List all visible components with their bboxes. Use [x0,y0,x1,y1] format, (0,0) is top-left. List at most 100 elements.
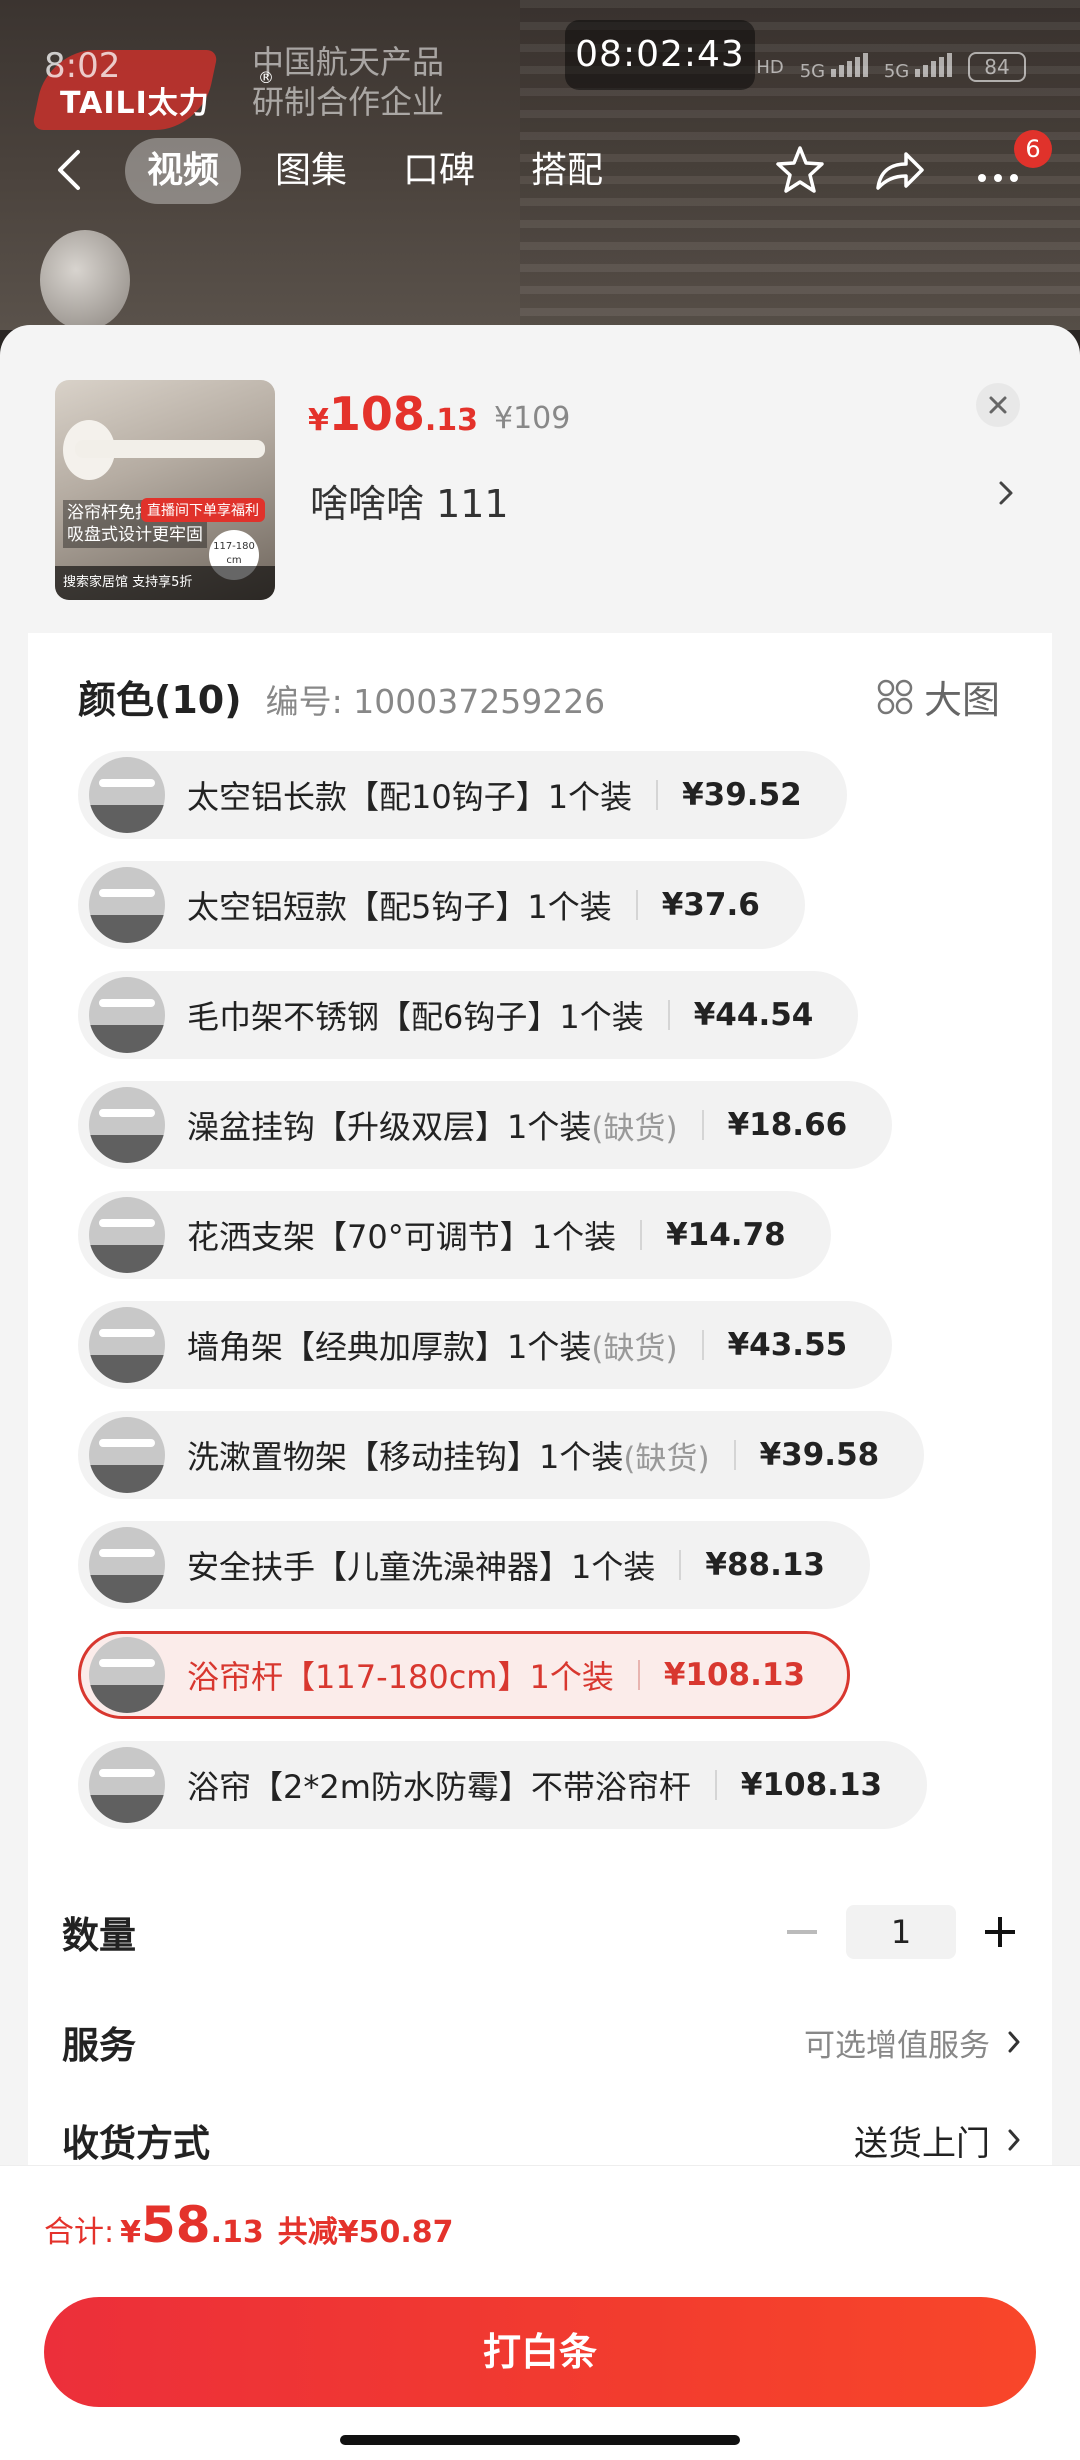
delivery-value: 送货上门 [854,2116,1022,2165]
option-stock-status: (缺货) [591,1330,678,1367]
option-thumbnail [89,1527,165,1603]
option-price: ¥37.6 [661,887,760,923]
option-thumbnail [89,977,165,1053]
big-view-button[interactable]: 大图 [876,669,1000,724]
tab-combo[interactable]: 搭配 [509,138,625,204]
option-price: ¥108.13 [663,1657,806,1693]
minus-icon [787,1930,817,1934]
thumb-tag: 直播间下单享福利 [141,498,265,522]
option-divider [679,1550,682,1580]
delivery-label: 收货方式 [62,2122,210,2165]
sku-selector-sheet: 浴帘杆免打孔 吸盘式设计更牢固 直播间下单享福利 117-180 cm 搜索家居… [0,325,1080,2460]
back-button[interactable] [50,142,90,198]
option-price: ¥39.58 [759,1437,880,1473]
thumb-bottom-text: 搜索家居馆 支持享5折 [55,566,275,600]
option-thumbnail [89,1197,165,1273]
grid-icon [877,679,913,714]
color-header: 颜色(10) 编号: 100037259226 [78,669,605,724]
quantity-value[interactable]: 1 [846,1905,956,1959]
battery-icon: 84 [968,52,1026,82]
back-arrow-icon [58,150,80,190]
option-label: 澡盆挂钩【升级双层】1个装 [187,1108,592,1146]
option-label: 毛巾架不锈钢【配6钩子】1个装 [187,998,644,1036]
option-divider [701,1110,704,1140]
tab-gallery[interactable]: 图集 [253,138,369,204]
share-button[interactable] [868,140,928,200]
share-icon [876,152,924,190]
selected-spec-text[interactable]: 啥啥啥 111 [310,473,509,528]
product-summary: 浴帘杆免打孔 吸盘式设计更牢固 直播间下单享福利 117-180 cm 搜索家居… [0,325,1080,633]
option-price: ¥44.54 [693,997,814,1033]
service-value: 可选增值服务 [804,2020,1022,2065]
option-divider [714,1770,717,1800]
service-row[interactable]: 服务 可选增值服务 [62,2015,1022,2069]
home-indicator[interactable] [340,2435,740,2445]
status-icons: HD 5G 5G 84 [756,52,1026,82]
color-option[interactable]: 浴帘杆【117-180cm】1个装 ¥108.13 [78,1631,851,1719]
option-thumbnail [89,1637,165,1713]
option-thumbnail [89,1417,165,1493]
color-option[interactable]: 花洒支架【70°可调节】1个装 ¥14.78 [78,1191,831,1279]
delivery-row[interactable]: 收货方式 送货上门 [62,2113,1022,2167]
total-saved: 共减¥50.87 [277,2215,454,2250]
option-thumbnail [89,867,165,943]
close-icon [989,396,1007,414]
tab-video[interactable]: 视频 [125,138,242,204]
chevron-right-icon[interactable] [996,477,1016,513]
option-label: 洗漱置物架【移动挂钩】1个装 [187,1438,624,1476]
message-badge: 6 [1014,130,1052,168]
close-button[interactable] [976,383,1020,427]
option-divider [733,1440,736,1470]
total-bar: 合计: ¥58.13 共减¥50.87 [0,2165,1080,2285]
increase-button[interactable] [978,1910,1022,1954]
tab-reviews[interactable]: 口碑 [381,138,497,204]
option-price: ¥39.52 [682,777,802,813]
option-divider [640,1220,643,1250]
color-option[interactable]: 安全扶手【儿童洗澡神器】1个装 ¥88.13 [78,1521,871,1609]
option-thumbnail [89,1747,165,1823]
favorite-button[interactable] [770,140,830,200]
bottom-action-area: 打白条 [0,2285,1080,2460]
option-price: ¥43.55 [727,1327,848,1363]
decrease-button[interactable] [780,1910,824,1954]
quantity-stepper: 1 [780,1905,1022,1959]
service-label: 服务 [62,2024,136,2067]
option-label: 花洒支架【70°可调节】1个装 [187,1218,617,1256]
option-divider [635,890,638,920]
color-title: 颜色(10) [78,678,242,722]
star-icon [776,146,824,193]
option-divider [656,780,659,810]
current-price: ¥108.13 [308,387,479,441]
option-label: 太空铝短款【配5钩子】1个装 [187,888,612,926]
status-clock: 8:02 [44,46,121,86]
option-thumbnail [89,1307,165,1383]
option-label: 浴帘杆【117-180cm】1个装 [187,1658,614,1696]
option-price: ¥14.78 [666,1217,786,1253]
color-option[interactable]: 浴帘【2*2m防水防霉】不带浴帘杆 ¥108.13 [78,1741,928,1829]
option-label: 安全扶手【儿童洗澡神器】1个装 [187,1548,656,1586]
option-stock-status: (缺货) [623,1440,710,1477]
color-option[interactable]: 太空铝长款【配10钩子】1个装 ¥39.52 [78,751,847,839]
product-thumbnail[interactable]: 浴帘杆免打孔 吸盘式设计更牢固 直播间下单享福利 117-180 cm 搜索家居… [55,380,275,600]
signal-icon: 5G [800,52,868,82]
color-option[interactable]: 墙角架【经典加厚款】1个装 (缺货) ¥43.55 [78,1301,893,1389]
option-divider [637,1660,640,1690]
color-option[interactable]: 太空铝短款【配5钩子】1个装 ¥37.6 [78,861,805,949]
option-thumbnail [89,757,165,833]
fixture-decor [40,230,130,330]
original-price: ¥109 [494,401,571,436]
color-option[interactable]: 澡盆挂钩【升级双层】1个装 (缺货) ¥18.66 [78,1081,893,1169]
color-option[interactable]: 毛巾架不锈钢【配6钩子】1个装 ¥44.54 [78,971,859,1059]
sku-number: 编号: 100037259226 [265,682,606,721]
baitiao-pay-button[interactable]: 打白条 [44,2297,1036,2407]
big-view-label: 大图 [923,678,1000,722]
plus-icon [985,1917,1015,1947]
option-divider [701,1330,704,1360]
option-divider [667,1000,670,1030]
option-price: ¥18.66 [727,1107,848,1143]
option-label: 浴帘【2*2m防水防霉】不带浴帘杆 [187,1768,691,1806]
hd-label: HD [756,56,784,78]
color-option[interactable]: 洗漱置物架【移动挂钩】1个装 (缺货) ¥39.58 [78,1411,925,1499]
color-options-list: 太空铝长款【配10钩子】1个装 ¥39.52 太空铝短款【配5钩子】1个装 ¥37.6… [78,751,1038,1851]
chevron-right-icon [1008,2031,1020,2053]
